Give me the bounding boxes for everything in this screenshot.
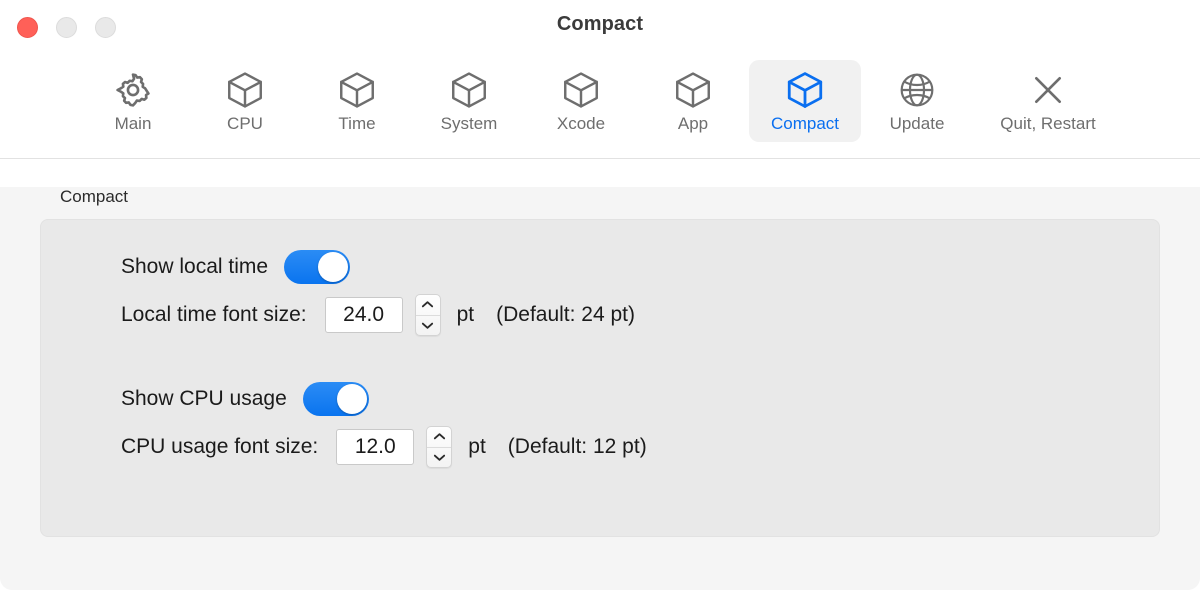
toolbar-item-label: Xcode [556,114,606,133]
toolbar-item-quit-restart[interactable]: Quit, Restart [973,60,1123,142]
title-bar: Compact [0,0,1200,56]
close-x-icon [1028,68,1068,112]
stepper-decrement-button[interactable] [427,448,451,468]
local-time-font-size-label: Local time font size: [121,303,307,326]
local-time-font-size-input[interactable]: 24.0 [324,297,403,333]
cpu-usage-font-size-default-note: (Default: 12 pt) [507,435,647,458]
cube-icon [560,68,602,112]
traffic-light-buttons [17,17,116,38]
toolbar-item-system[interactable]: System [413,60,525,142]
toolbar-item-cpu[interactable]: CPU [189,60,301,142]
toolbar-item-compact[interactable]: Compact [749,60,861,142]
cube-icon [224,68,266,112]
show-cpu-usage-toggle[interactable] [302,382,369,416]
cube-icon [784,68,826,112]
row-show-cpu-usage: Show CPU usage [41,378,1159,420]
toolbar-item-label: App [677,114,709,133]
cube-icon [672,68,714,112]
show-cpu-usage-label: Show CPU usage [121,387,287,410]
toolbar-item-app[interactable]: App [637,60,749,142]
toolbar-item-label: Quit, Restart [1000,114,1096,133]
toolbar-item-update[interactable]: Update [861,60,973,142]
close-button[interactable] [17,17,38,38]
globe-icon [897,68,937,112]
gear-icon [112,68,154,112]
local-time-font-size-unit: pt [456,303,475,326]
show-local-time-toggle[interactable] [284,250,351,284]
toolbar-item-label: Time [338,114,376,133]
cpu-usage-font-size-stepper[interactable] [426,426,453,468]
toolbar-item-main[interactable]: Main [77,60,189,142]
preferences-window: Compact Main CPU Time System Xcode App C… [0,0,1200,590]
toolbar-item-label: Main [114,114,152,133]
row-local-time-font-size: Local time font size: 24.0 pt (Default: … [41,294,1159,336]
show-local-time-label: Show local time [121,255,269,278]
row-cpu-usage-font-size: CPU usage font size: 12.0 pt (Default: 1… [41,426,1159,468]
toggle-knob [318,252,349,282]
section-label: Compact [60,187,129,206]
toolbar-item-label: System [440,114,498,133]
toolbar-item-xcode[interactable]: Xcode [525,60,637,142]
toolbar: Main CPU Time System Xcode App Compact U… [0,56,1200,159]
local-time-font-size-stepper[interactable] [414,294,441,336]
cube-icon [448,68,490,112]
settings-panel: Show local time Local time font size: 24… [40,219,1160,537]
cpu-usage-font-size-unit: pt [468,435,486,458]
local-time-font-size-default-note: (Default: 24 pt) [496,303,636,326]
content-area: Compact Show local time Local time font … [0,187,1200,590]
zoom-button[interactable] [95,17,116,38]
row-show-local-time: Show local time [41,246,1159,288]
cpu-usage-font-size-input[interactable]: 12.0 [336,429,415,465]
stepper-decrement-button[interactable] [416,316,440,336]
window-title: Compact [556,13,644,35]
cpu-usage-font-size-label: CPU usage font size: [121,435,319,458]
toolbar-item-label: Update [889,114,945,133]
toolbar-item-label: CPU [227,114,263,133]
toolbar-item-label: Compact [770,114,840,133]
stepper-increment-button[interactable] [415,295,440,316]
minimize-button[interactable] [56,17,77,38]
toolbar-item-time[interactable]: Time [301,60,413,142]
cube-icon [336,68,378,112]
stepper-increment-button[interactable] [427,427,452,448]
toggle-knob [336,384,367,414]
